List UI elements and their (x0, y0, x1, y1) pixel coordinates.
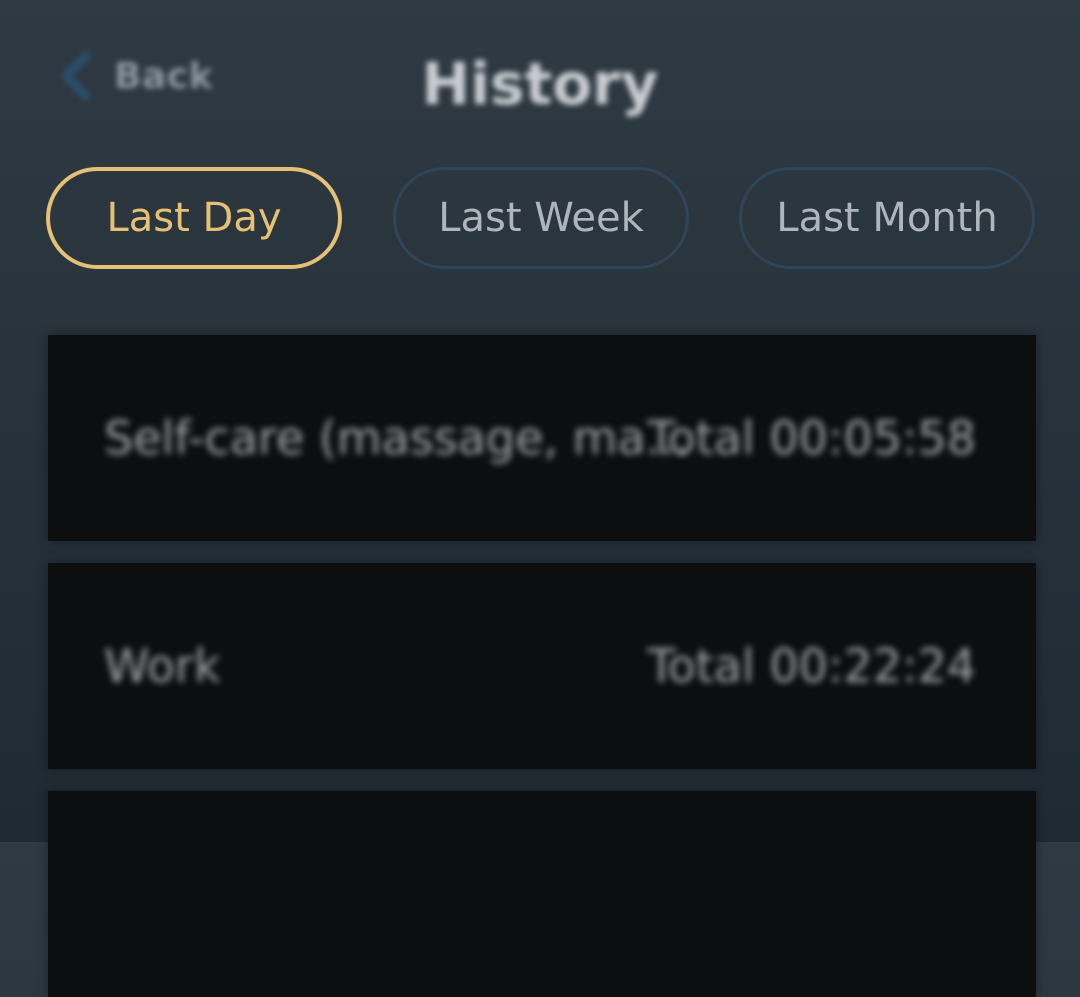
activity-total: Total 00:05:58 (647, 411, 976, 465)
filter-last-month[interactable]: Last Month (739, 167, 1035, 269)
activity-name: Work (104, 639, 221, 693)
history-item[interactable]: Work Total 00:22:24 (48, 563, 1036, 769)
activity-name: Self-care (massage, ma... (104, 411, 690, 465)
filter-last-week[interactable]: Last Week (393, 167, 689, 269)
page-title: History (421, 50, 659, 118)
period-filter: Last Day Last Week Last Month (46, 167, 1036, 269)
history-item[interactable]: Self-care (massage, ma... Total 00:05:58 (48, 335, 1036, 541)
filter-last-day[interactable]: Last Day (46, 167, 342, 269)
activity-total: Total 00:22:24 (647, 639, 976, 693)
top-bar: Back History (0, 0, 1080, 150)
history-item[interactable] (48, 791, 1036, 997)
